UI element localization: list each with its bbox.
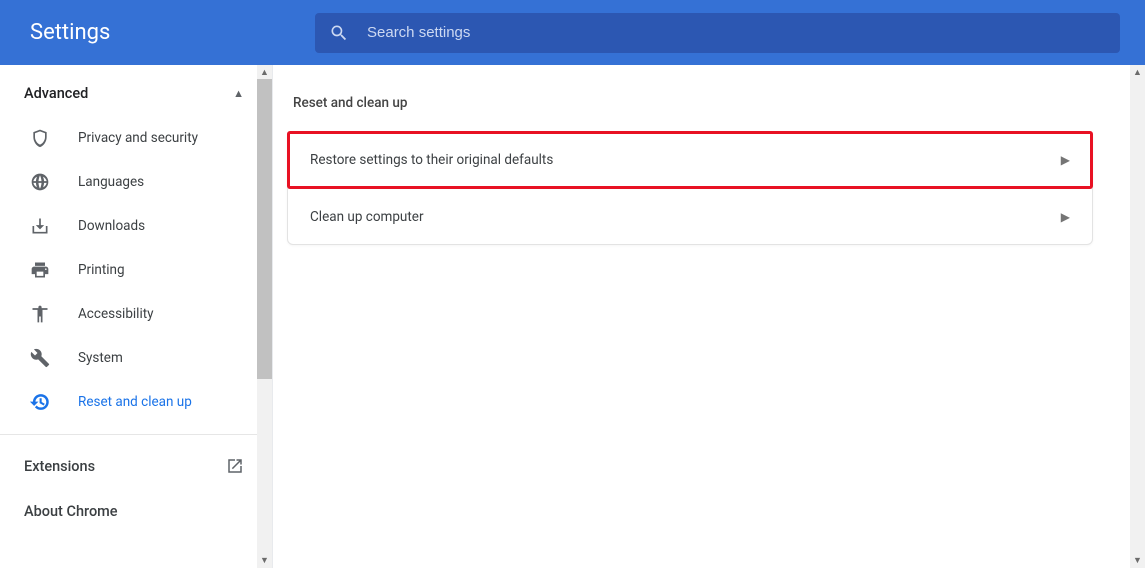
sidebar-item-label: Accessibility <box>78 306 154 322</box>
sidebar-item-label: About Chrome <box>24 503 118 520</box>
sidebar: Advanced ▲ Privacy and security Language… <box>0 65 273 568</box>
section-title: Reset and clean up <box>273 95 1093 131</box>
sidebar-item-about[interactable]: About Chrome <box>0 489 272 534</box>
sidebar-item-printing[interactable]: Printing <box>0 250 272 290</box>
wrench-icon <box>30 348 50 368</box>
row-label: Restore settings to their original defau… <box>310 152 553 168</box>
sidebar-scrollbar[interactable]: ▲ ▼ <box>257 65 272 568</box>
scroll-up-icon[interactable]: ▲ <box>1133 65 1142 80</box>
row-cleanup-computer[interactable]: Clean up computer ▶ <box>288 188 1092 244</box>
download-icon <box>30 216 50 236</box>
settings-card: Restore settings to their original defau… <box>287 131 1093 245</box>
sidebar-section-advanced[interactable]: Advanced ▲ <box>0 73 272 114</box>
sidebar-item-label: Extensions <box>24 458 95 475</box>
shield-icon <box>30 128 50 148</box>
app-header: Settings <box>0 0 1145 65</box>
accessibility-icon <box>30 304 50 324</box>
printer-icon <box>30 260 50 280</box>
open-external-icon <box>226 457 244 475</box>
sidebar-item-reset[interactable]: Reset and clean up <box>0 382 272 422</box>
history-icon <box>30 392 50 412</box>
sidebar-item-privacy[interactable]: Privacy and security <box>0 118 272 158</box>
sidebar-item-extensions[interactable]: Extensions <box>0 443 272 489</box>
sidebar-item-label: Downloads <box>78 218 145 234</box>
sidebar-item-label: Printing <box>78 262 125 278</box>
scroll-down-icon[interactable]: ▼ <box>1133 553 1142 568</box>
sidebar-item-system[interactable]: System <box>0 338 272 378</box>
sidebar-item-label: Languages <box>78 174 144 190</box>
chevron-right-icon: ▶ <box>1061 153 1070 167</box>
scrollbar-thumb[interactable] <box>257 79 272 379</box>
chevron-up-icon: ▲ <box>233 87 244 100</box>
sidebar-item-accessibility[interactable]: Accessibility <box>0 294 272 334</box>
main-content: Reset and clean up Restore settings to t… <box>273 65 1145 568</box>
scroll-up-icon[interactable]: ▲ <box>260 65 269 80</box>
search-field[interactable] <box>315 13 1120 53</box>
sidebar-item-languages[interactable]: Languages <box>0 162 272 202</box>
scroll-down-icon[interactable]: ▼ <box>260 553 269 568</box>
sidebar-item-label: Privacy and security <box>78 130 198 146</box>
globe-icon <box>30 172 50 192</box>
chevron-right-icon: ▶ <box>1061 210 1070 224</box>
search-input[interactable] <box>367 24 1106 41</box>
sidebar-item-downloads[interactable]: Downloads <box>0 206 272 246</box>
sidebar-divider <box>0 434 258 435</box>
sidebar-section-label: Advanced <box>24 85 88 102</box>
row-restore-defaults[interactable]: Restore settings to their original defau… <box>288 132 1092 188</box>
sidebar-item-label: System <box>78 350 123 366</box>
sidebar-item-label: Reset and clean up <box>78 394 192 410</box>
main-scrollbar[interactable]: ▲ ▼ <box>1130 65 1145 568</box>
row-label: Clean up computer <box>310 209 424 225</box>
search-icon <box>329 23 349 43</box>
page-title: Settings <box>30 20 315 45</box>
